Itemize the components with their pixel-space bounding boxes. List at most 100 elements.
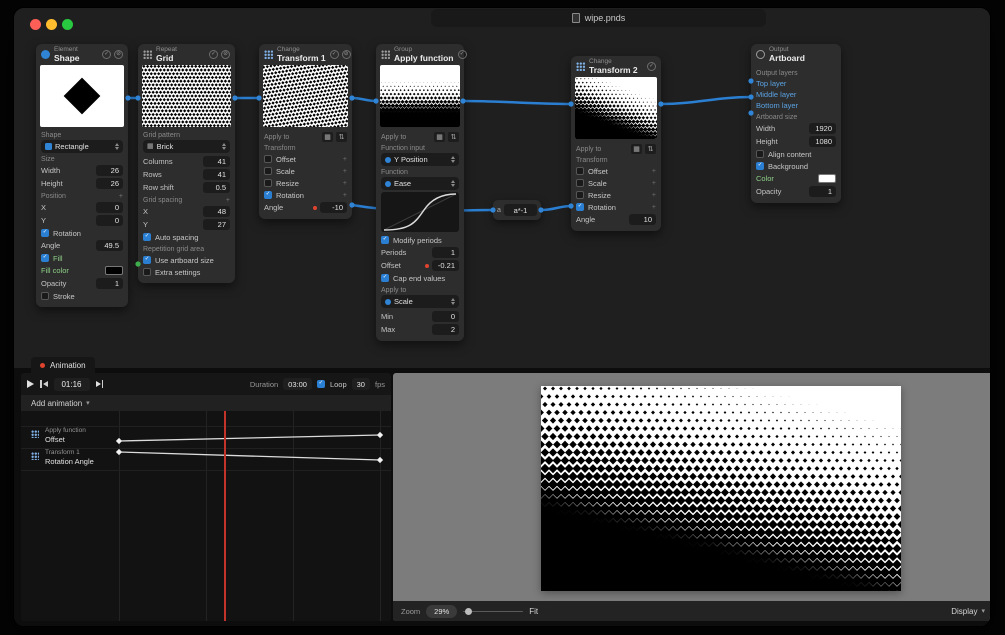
cap-end-values-checkbox[interactable]: ✓	[381, 274, 389, 282]
function-select[interactable]: Ease	[381, 177, 459, 190]
play-button[interactable]	[27, 380, 34, 388]
plus-icon[interactable]: +	[343, 180, 347, 187]
scale-checkbox[interactable]	[576, 179, 584, 187]
angle-input[interactable]: 10	[629, 214, 656, 225]
bottom-layer-input[interactable]: Bottom layer	[756, 100, 836, 111]
stroke-checkbox-row[interactable]: Stroke	[41, 290, 123, 302]
node-apply-function[interactable]: GroupApply function ✓ Apply to▦⇅ Functio…	[376, 44, 464, 341]
extra-settings-checkbox[interactable]	[143, 268, 151, 276]
rotation-checkbox[interactable]: ✓	[41, 229, 49, 237]
rotation-checkbox[interactable]: ✓	[576, 203, 584, 211]
zoom-slider-knob[interactable]	[465, 608, 472, 615]
grid-pattern-select[interactable]: ▦Brick	[143, 140, 230, 153]
rotation-checkbox[interactable]: ✓	[264, 191, 272, 199]
offset-checkbox[interactable]	[576, 167, 584, 175]
loop-checkbox[interactable]: ✓	[317, 380, 325, 388]
display-menu[interactable]: Display▾	[951, 607, 985, 616]
apply-to-select[interactable]: Scale	[381, 295, 459, 308]
ease-curve-graph[interactable]	[381, 192, 459, 232]
resize-checkbox[interactable]	[576, 191, 584, 199]
skip-forward-button[interactable]	[96, 380, 104, 388]
width-input[interactable]: 1920	[809, 123, 836, 134]
apply-grid-icon[interactable]: ▦	[434, 132, 445, 142]
enable-toggle-icon[interactable]: ✓	[330, 50, 339, 59]
zoom-slider[interactable]	[463, 606, 523, 616]
x-input[interactable]: 0	[96, 202, 123, 213]
background-row[interactable]: ✓Background	[756, 160, 836, 172]
apply-order-icon[interactable]: ⇅	[336, 132, 347, 142]
node-transform1-header[interactable]: ChangeTransform 1 ✓⊘	[259, 44, 352, 65]
max-input[interactable]: 2	[432, 324, 459, 335]
shape-type-select[interactable]: Rectangle	[41, 140, 123, 153]
row-shift-input[interactable]: 0.5	[203, 182, 230, 193]
node-shape-header[interactable]: ElementShape ✓⊘	[36, 44, 128, 65]
offset-checkbox[interactable]	[264, 155, 272, 163]
width-input[interactable]: 26	[96, 165, 123, 176]
fill-color-swatch[interactable]	[105, 266, 123, 275]
y-input[interactable]: 0	[96, 215, 123, 226]
node-grid[interactable]: RepeatGrid ✓⊘ Grid pattern ▦Brick Column…	[138, 44, 235, 283]
offset-checkbox-row[interactable]: Offset+	[264, 153, 347, 165]
close-button[interactable]	[30, 19, 41, 30]
plus-icon[interactable]: +	[226, 197, 230, 204]
middle-layer-input[interactable]: Middle layer	[756, 89, 836, 100]
keyframe-dot[interactable]	[425, 264, 429, 268]
bypass-toggle-icon[interactable]: ⊘	[342, 50, 351, 59]
apply-order-icon[interactable]: ⇅	[645, 144, 656, 154]
align-content-checkbox[interactable]	[756, 150, 764, 158]
apply-grid-icon[interactable]: ▦	[631, 144, 642, 154]
stroke-checkbox[interactable]	[41, 292, 49, 300]
height-input[interactable]: 1080	[809, 136, 836, 147]
plus-icon[interactable]: +	[343, 156, 347, 163]
min-input[interactable]: 0	[432, 311, 459, 322]
current-time-display[interactable]: 01:16	[54, 378, 90, 391]
keyframe-curves[interactable]	[21, 411, 391, 621]
enable-toggle-icon[interactable]: ✓	[102, 50, 111, 59]
node-transform2[interactable]: ChangeTransform 2 ✓ Apply to▦⇅ Transform…	[571, 56, 661, 231]
plus-icon[interactable]: +	[652, 180, 656, 187]
spacing-x-input[interactable]: 48	[203, 206, 230, 217]
rows-input[interactable]: 41	[203, 169, 230, 180]
columns-input[interactable]: 41	[203, 156, 230, 167]
node-apply-function-header[interactable]: GroupApply function ✓	[376, 44, 464, 65]
fit-button[interactable]: Fit	[529, 607, 538, 616]
tab-animation[interactable]: Animation	[31, 357, 95, 374]
plus-icon[interactable]: +	[343, 168, 347, 175]
background-color-swatch[interactable]	[818, 174, 836, 183]
node-transform2-header[interactable]: ChangeTransform 2 ✓	[571, 56, 661, 77]
preview-panel[interactable]: Zoom 29% Fit Display▾	[393, 373, 991, 621]
keyframe-dot[interactable]	[313, 206, 317, 210]
document-tab[interactable]: wipe.pnds	[431, 9, 766, 27]
duration-input[interactable]: 03:00	[283, 378, 312, 390]
opacity-input[interactable]: 1	[96, 278, 123, 289]
scale-checkbox-row[interactable]: Scale+	[264, 165, 347, 177]
scale-checkbox[interactable]	[264, 167, 272, 175]
align-content-row[interactable]: Align content	[756, 148, 836, 160]
timeline-tracks[interactable]: Apply function Offset Transform 1 Rotati…	[21, 411, 391, 621]
plus-icon[interactable]: +	[652, 204, 656, 211]
auto-spacing-checkbox[interactable]: ✓	[143, 233, 151, 241]
node-artboard[interactable]: OutputArtboard Output layers Top layer M…	[751, 44, 841, 203]
modify-periods-checkbox[interactable]: ✓	[381, 236, 389, 244]
resize-checkbox[interactable]	[264, 179, 272, 187]
angle-input[interactable]: 49.5	[96, 240, 123, 251]
plus-icon[interactable]: +	[652, 192, 656, 199]
enable-toggle-icon[interactable]: ✓	[647, 62, 656, 71]
node-artboard-header[interactable]: OutputArtboard	[751, 44, 841, 65]
expression-field[interactable]: a*-1	[504, 204, 537, 216]
height-input[interactable]: 26	[96, 178, 123, 189]
background-checkbox[interactable]: ✓	[756, 162, 764, 170]
rotation-checkbox-row[interactable]: ✓Rotation+	[576, 201, 656, 213]
function-input-select[interactable]: Y Position	[381, 153, 459, 166]
zoom-value[interactable]: 29%	[426, 605, 457, 618]
modify-periods-row[interactable]: ✓Modify periods	[381, 234, 459, 246]
use-artboard-size-row[interactable]: ✓Use artboard size	[143, 254, 230, 266]
node-grid-header[interactable]: RepeatGrid ✓⊘	[138, 44, 235, 65]
playhead[interactable]	[224, 411, 226, 621]
angle-input[interactable]: -10	[320, 202, 347, 213]
zoom-button[interactable]	[62, 19, 73, 30]
node-expression[interactable]: a a*-1	[493, 200, 541, 220]
fill-checkbox-row[interactable]: ✓Fill	[41, 252, 123, 264]
enable-toggle-icon[interactable]: ✓	[458, 50, 467, 59]
fps-input[interactable]: 30	[352, 378, 370, 390]
